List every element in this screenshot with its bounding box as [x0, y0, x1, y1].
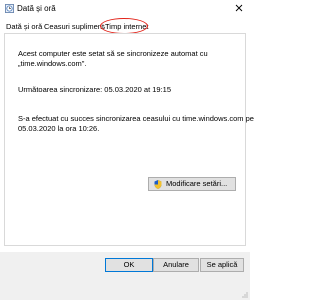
tab-date-time[interactable]: Dată și oră — [6, 22, 42, 33]
cancel-button[interactable]: Anulare — [153, 258, 199, 272]
auto-sync-text: Acest computer este setat să se sincroni… — [18, 49, 208, 58]
apply-button[interactable]: Se aplică — [200, 258, 244, 272]
change-settings-label: Modificare setări... — [166, 179, 228, 188]
sync-success-text: S-a efectuat cu succes sincronizarea cea… — [18, 114, 254, 123]
dialog-footer: OK Anulare Se aplică — [0, 252, 250, 300]
window-title: Dată și oră — [17, 4, 56, 13]
resize-grip-icon[interactable] — [240, 290, 248, 298]
annotation-circle — [100, 18, 148, 34]
title-bar: Dată și oră — [0, 0, 250, 18]
uac-shield-icon — [154, 180, 162, 189]
close-icon[interactable] — [233, 2, 245, 14]
clock-icon — [5, 4, 14, 13]
tab-panel-internet-time: Acest computer este setat să se sincroni… — [4, 33, 254, 246]
change-settings-button[interactable]: Modificare setări... — [148, 177, 236, 191]
next-sync-text: Următoarea sincronizare: 05.03.2020 at 1… — [18, 85, 172, 94]
auto-sync-server: „time.windows.com". — [18, 59, 87, 68]
sync-success-date: 05.03.2020 la ora 10:26. — [18, 124, 100, 133]
ok-button[interactable]: OK — [105, 258, 153, 272]
